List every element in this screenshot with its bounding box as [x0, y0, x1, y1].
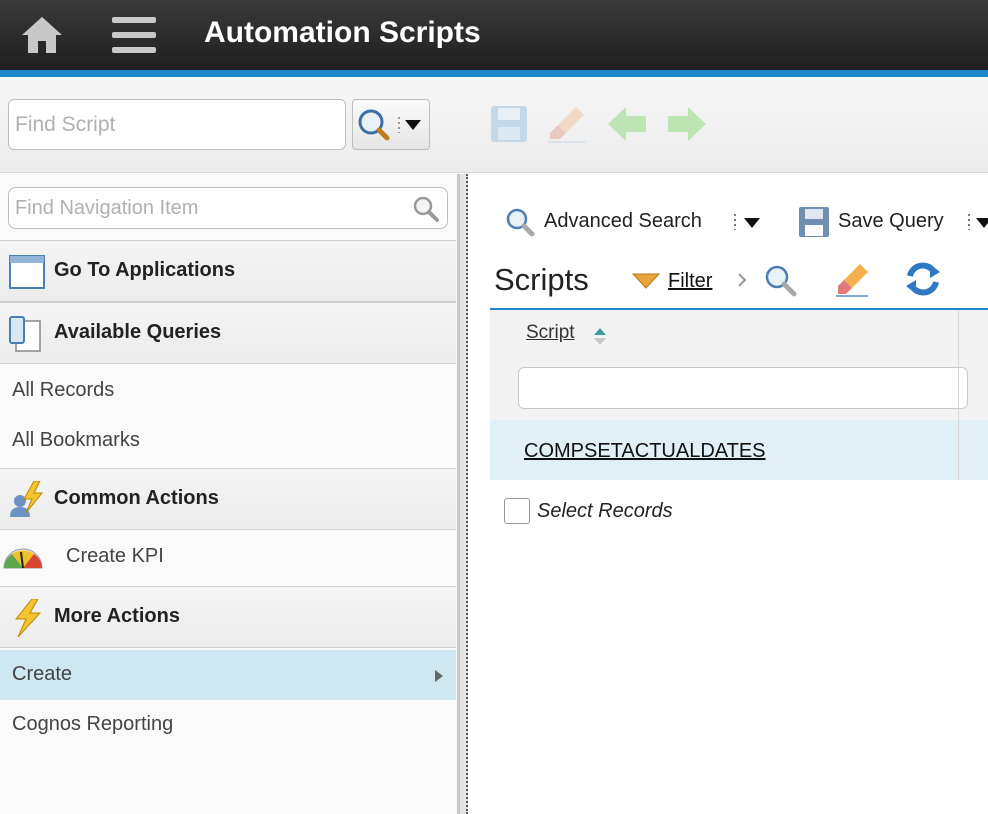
user-lightning-icon: [8, 480, 46, 519]
column-header-script[interactable]: Script: [526, 322, 575, 344]
find-navigation-input[interactable]: [15, 188, 405, 228]
header-accent-bar: [0, 70, 988, 77]
chevron-right-icon: [435, 670, 443, 682]
search-icon[interactable]: [762, 262, 798, 298]
list-view-content: Advanced Search Save Query Scripts Filte…: [470, 174, 988, 814]
list-title: Scripts: [494, 262, 589, 297]
section-available-queries[interactable]: Available Queries: [0, 302, 456, 364]
clear-eraser-icon[interactable]: [546, 103, 588, 145]
left-navigation-panel: Go To Applications Available Queries All…: [0, 174, 460, 814]
magnifier-icon: [506, 208, 535, 237]
nav-item-label: Create KPI: [66, 545, 164, 567]
sort-ascending-icon[interactable]: [592, 326, 608, 346]
chevron-right-icon: [738, 273, 747, 287]
nav-item-label: Cognos Reporting: [12, 713, 174, 735]
find-navigation-field: [8, 187, 448, 229]
nav-item-all-bookmarks[interactable]: All Bookmarks: [0, 416, 456, 466]
previous-arrow-icon[interactable]: [606, 103, 648, 145]
section-more-actions[interactable]: More Actions: [0, 586, 456, 648]
magnifier-icon: [358, 109, 421, 141]
script-name-link[interactable]: COMPSETACTUALDATES: [524, 440, 766, 463]
next-arrow-icon[interactable]: [666, 103, 708, 145]
find-script-input[interactable]: [8, 99, 346, 150]
app-header: Automation Scripts: [0, 0, 988, 70]
grid-filter-row: [490, 360, 988, 420]
query-document-icon: [8, 315, 46, 353]
find-script-search-button[interactable]: [352, 99, 430, 150]
script-filter-input[interactable]: [518, 367, 968, 409]
nav-item-create-kpi[interactable]: Create KPI: [0, 532, 456, 582]
select-records-checkbox[interactable]: [504, 498, 530, 524]
section-label: Available Queries: [54, 321, 222, 343]
section-common-actions[interactable]: Common Actions: [0, 468, 456, 530]
hamburger-menu-icon[interactable]: [110, 13, 158, 57]
filter-link[interactable]: Filter: [668, 270, 712, 293]
lightning-icon: [8, 598, 46, 638]
kpi-gauge-icon: [3, 548, 43, 569]
home-icon[interactable]: [20, 13, 64, 57]
nav-item-all-records[interactable]: All Records: [0, 366, 456, 416]
save-query-dropdown-icon[interactable]: [966, 212, 988, 232]
nav-item-label: Create: [12, 663, 73, 685]
application-window-icon: [8, 253, 46, 291]
advanced-search-dropdown-icon[interactable]: [732, 212, 764, 232]
section-label: More Actions: [54, 605, 180, 627]
save-icon[interactable]: [488, 103, 530, 145]
nav-item-label: All Bookmarks: [12, 429, 140, 451]
nav-item-create[interactable]: Create: [0, 650, 456, 700]
section-label: Common Actions: [54, 487, 219, 509]
search-icon[interactable]: [411, 194, 441, 224]
grid-header-row: Script: [490, 310, 988, 360]
table-row[interactable]: COMPSETACTUALDATES: [490, 420, 988, 480]
save-query-label: Save Query: [838, 210, 944, 232]
main-toolbar: [0, 77, 988, 173]
section-go-to-applications[interactable]: Go To Applications: [0, 240, 456, 302]
nav-item-label: All Records: [12, 379, 115, 401]
select-records-label: Select Records: [537, 500, 673, 522]
panel-splitter[interactable]: [460, 174, 468, 814]
filter-funnel-icon[interactable]: [632, 272, 660, 290]
nav-item-cognos-reporting[interactable]: Cognos Reporting: [0, 700, 456, 750]
save-icon: [799, 207, 829, 237]
column-divider: [958, 310, 959, 480]
section-label: Go To Applications: [54, 259, 236, 281]
app-title: Automation Scripts: [204, 16, 481, 49]
refresh-icon[interactable]: [904, 260, 942, 298]
advanced-search-label: Advanced Search: [544, 210, 702, 232]
clear-filter-eraser-icon[interactable]: [834, 262, 870, 298]
